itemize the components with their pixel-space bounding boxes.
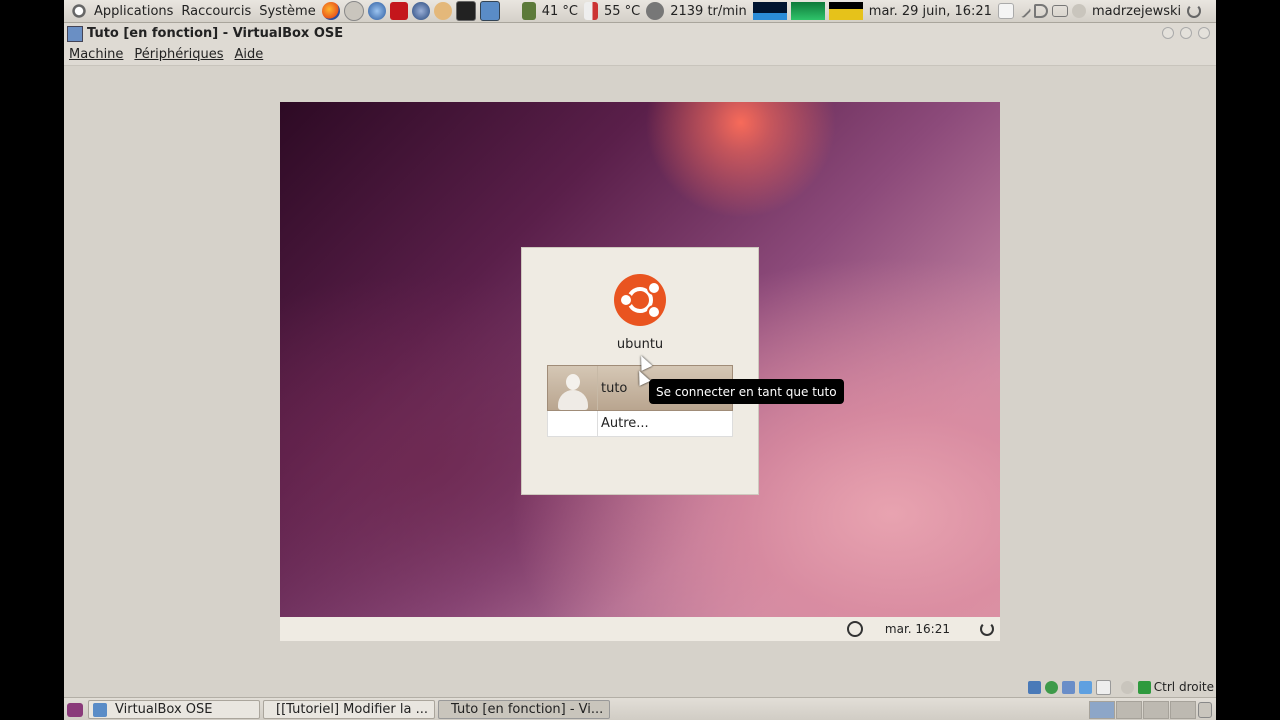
mouse-integration-icon[interactable]: [1120, 680, 1134, 694]
fan-speed: 2139 tr/min: [670, 3, 747, 19]
trash-icon[interactable]: [1198, 701, 1212, 718]
vbox-status-bar: Ctrl droite: [64, 678, 1216, 696]
ubuntu-logo-icon: [614, 274, 666, 326]
login-tooltip: Se connecter en tant que tuto: [649, 379, 844, 404]
guest-bottom-bar: mar. 16:21: [280, 617, 1000, 641]
guest-power-icon[interactable]: [980, 622, 994, 636]
network-manager-icon[interactable]: [1016, 3, 1032, 19]
task-label: VirtualBox OSE: [115, 702, 213, 717]
right-letterbox: [1216, 0, 1280, 720]
workspace-3[interactable]: [1143, 700, 1169, 719]
user-name: tuto: [601, 380, 628, 396]
hostname: ubuntu: [616, 337, 664, 352]
host-key-label: Ctrl droite: [1153, 680, 1214, 694]
menu-devices[interactable]: Périphériques: [129, 47, 229, 62]
gnome-foot-icon[interactable]: [70, 2, 88, 20]
task-virtualbox[interactable]: VirtualBox OSE: [88, 700, 260, 719]
volume-icon[interactable]: [1033, 4, 1048, 18]
avatar: [548, 366, 598, 410]
panel-clock[interactable]: mar. 29 juin, 16:21: [865, 0, 996, 22]
memory-graph: [790, 2, 825, 20]
top-panel: Applications Raccourcis Système 41 °C 55…: [64, 0, 1216, 23]
host-key-icon: [1137, 680, 1151, 694]
user-avatar-icon: [557, 372, 589, 410]
task-label: Tuto [en fonction] - Vi...: [451, 702, 604, 717]
username[interactable]: madrzejewski: [1088, 0, 1185, 22]
workspace-2[interactable]: [1116, 700, 1142, 719]
power-icon[interactable]: [1187, 4, 1202, 18]
hdd-temp-icon: [583, 2, 598, 20]
thunderbird-icon[interactable]: [367, 2, 386, 20]
shared-folder-icon[interactable]: [1078, 680, 1092, 694]
optical-drive-icon[interactable]: [1044, 680, 1058, 694]
mail-icon[interactable]: [1051, 5, 1068, 17]
minimize-button[interactable]: [1162, 27, 1174, 39]
fan-icon: [646, 2, 665, 20]
virtualbox-window-icon: [67, 25, 83, 42]
task-firefox[interactable]: [[Tutoriel] Modifier la ...: [263, 700, 435, 719]
bottom-panel: VirtualBox OSE [[Tutoriel] Modifier la .…: [64, 697, 1216, 720]
window-titlebar[interactable]: Tuto [en fonction] - VirtualBox OSE: [64, 23, 1216, 44]
cpu-temp-icon: [521, 2, 536, 20]
maximize-button[interactable]: [1180, 27, 1192, 39]
temp-2: 55 °C: [603, 3, 641, 19]
virtualbox-task-icon: [93, 702, 107, 717]
usb-icon[interactable]: [1095, 679, 1111, 695]
task-vm-window[interactable]: Tuto [en fonction] - Vi...: [438, 700, 610, 719]
accessibility-icon[interactable]: [846, 621, 863, 637]
window-menubar: Machine Périphériques Aide: [64, 44, 1216, 66]
cpu-graph: [752, 2, 787, 20]
user-item-other[interactable]: Autre...: [547, 410, 733, 437]
user-status-icon: [1071, 4, 1086, 18]
network-graph: [828, 2, 863, 20]
chat-icon[interactable]: [433, 2, 452, 20]
network-adapter-icon[interactable]: [1061, 680, 1075, 694]
host-screen: Applications Raccourcis Système 41 °C 55…: [64, 0, 1216, 720]
task-label: [[Tutoriel] Modifier la ...: [276, 702, 428, 717]
guest-clock: mar. 16:21: [884, 622, 950, 636]
close-button[interactable]: [1198, 27, 1210, 39]
other-user-label: Autre...: [601, 416, 649, 431]
terminal-icon[interactable]: [455, 1, 476, 21]
globe-icon[interactable]: [411, 2, 430, 20]
network-icon[interactable]: [343, 1, 364, 21]
menu-machine[interactable]: Machine: [64, 47, 129, 62]
left-letterbox: [0, 0, 64, 720]
window-title: Tuto [en fonction] - VirtualBox OSE: [87, 26, 344, 41]
firefox-icon[interactable]: [321, 2, 340, 20]
show-desktop-icon[interactable]: [67, 702, 83, 717]
filezilla-icon[interactable]: [389, 2, 408, 20]
menu-applications[interactable]: Applications: [90, 0, 177, 22]
hard-disk-icon[interactable]: [1027, 680, 1041, 694]
virtualbox-launcher-icon[interactable]: [479, 1, 500, 21]
notes-icon[interactable]: [997, 3, 1014, 19]
workspace-1[interactable]: [1089, 700, 1115, 719]
menu-places[interactable]: Raccourcis: [177, 0, 255, 22]
workspace-4[interactable]: [1170, 700, 1196, 719]
menu-system[interactable]: Système: [255, 0, 319, 22]
temp-1: 41 °C: [541, 3, 578, 19]
menu-help[interactable]: Aide: [229, 47, 269, 62]
